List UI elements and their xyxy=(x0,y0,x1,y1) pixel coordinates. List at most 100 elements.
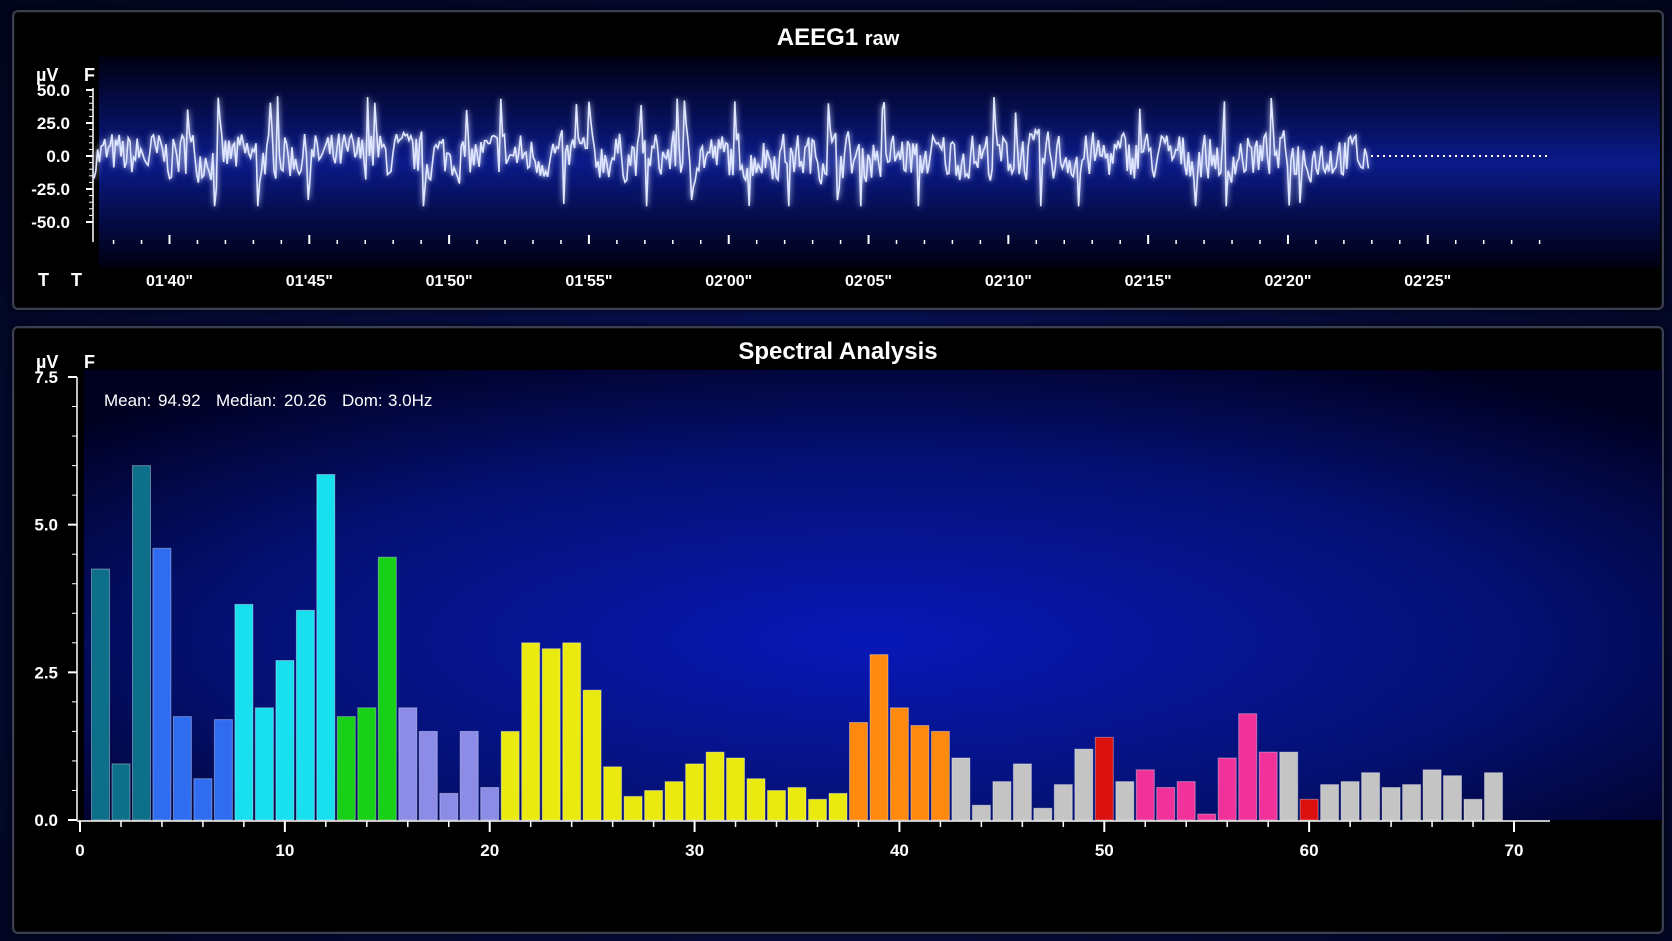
spectral-bar xyxy=(1340,781,1360,821)
raw-f-label: F xyxy=(84,65,95,85)
spectral-bar xyxy=(1094,736,1114,821)
spectral-bar xyxy=(1463,798,1483,821)
spectral-bar xyxy=(521,642,541,821)
stat-mean-value: 94.92 xyxy=(158,391,201,410)
spectral-y-tick-label: 5.0 xyxy=(34,516,58,535)
spectral-bar xyxy=(726,757,745,821)
spectral-bar xyxy=(1299,798,1319,821)
spectral-bar xyxy=(1320,784,1340,821)
stat-dom-value: 3.0Hz xyxy=(388,391,432,410)
spectral-bar xyxy=(152,547,172,821)
spectral-bar xyxy=(930,730,950,821)
spectral-bar xyxy=(439,792,459,821)
spectral-panel: Spectral Analysis µV F Mean: 94.92 Media… xyxy=(12,326,1664,934)
spectral-bar xyxy=(357,707,377,821)
spectral-bar xyxy=(685,763,705,821)
spectral-bar xyxy=(603,766,623,821)
raw-y-tick-label: 50.0 xyxy=(37,81,70,100)
spectral-bar xyxy=(1135,769,1155,821)
stat-median-value: 20.26 xyxy=(284,391,327,410)
spectral-x-tick-label: 10 xyxy=(275,841,294,860)
spectral-bar xyxy=(1115,781,1135,821)
raw-t-label-2: T xyxy=(71,270,82,290)
spectral-bar xyxy=(336,716,356,821)
raw-x-tick-label: 01'45" xyxy=(286,273,333,290)
raw-x-tick-label: 02'00" xyxy=(705,273,752,290)
raw-y-tick-label: 25.0 xyxy=(37,114,70,133)
spectral-bar xyxy=(1422,769,1442,821)
spectral-bar xyxy=(377,556,397,821)
spectral-bar xyxy=(213,719,233,821)
raw-eeg-panel: AEEG1 raw µV F T T 50.0 25.0 0.0 -25.0 -50.0… xyxy=(12,10,1664,310)
spectral-bar xyxy=(849,722,868,821)
spectral-bar xyxy=(910,725,930,821)
raw-plot-background xyxy=(99,56,1660,268)
spectral-bar xyxy=(480,787,500,821)
spectral-bar xyxy=(1176,781,1196,821)
raw-y-tick-label: -50.0 xyxy=(31,213,70,232)
spectral-bar xyxy=(254,707,274,821)
spectral-bar xyxy=(1074,748,1094,821)
raw-x-tick-label: 02'10" xyxy=(985,273,1032,290)
spectral-bar xyxy=(623,795,643,821)
spectral-bar xyxy=(398,707,418,821)
spectral-y-axis: 0.0 2.5 5.0 7.5 xyxy=(34,368,78,830)
spectral-bar xyxy=(828,792,848,821)
spectral-y-tick-label: 2.5 xyxy=(34,663,58,682)
spectral-bar xyxy=(193,778,213,821)
spectral-x-tick-label: 70 xyxy=(1505,841,1524,860)
spectral-bar xyxy=(808,798,827,821)
spectral-bar xyxy=(459,730,479,821)
spectral-bar xyxy=(1381,787,1401,821)
spectral-y-tick-label: 7.5 xyxy=(34,368,58,387)
spectral-x-tick-label: 60 xyxy=(1300,841,1319,860)
spectral-bar xyxy=(1033,807,1053,821)
spectral-f-label: F xyxy=(84,352,95,372)
spectral-bar xyxy=(746,778,766,821)
spectral-bar xyxy=(500,730,520,821)
spectral-bar xyxy=(1012,763,1032,821)
raw-x-tick-label: 01'55" xyxy=(565,273,612,290)
spectral-bar xyxy=(951,757,971,821)
spectral-bar xyxy=(1279,751,1299,821)
spectral-x-tick-label: 40 xyxy=(890,841,909,860)
raw-y-axis: 50.0 25.0 0.0 -25.0 -50.0 xyxy=(31,81,94,242)
raw-y-tick-label: -25.0 xyxy=(31,180,70,199)
spectral-x-tick-label: 30 xyxy=(685,841,704,860)
stat-median-label: Median: xyxy=(216,391,276,410)
spectral-bar xyxy=(316,474,336,821)
spectral-bar xyxy=(1197,813,1217,821)
spectral-x-tick-label: 50 xyxy=(1095,841,1114,860)
raw-x-tick-label: 02'25" xyxy=(1404,273,1451,290)
spectral-bar xyxy=(644,790,664,821)
raw-x-tick-label: 02'20" xyxy=(1264,273,1311,290)
spectral-bar xyxy=(787,787,807,821)
spectral-bar xyxy=(889,707,909,821)
spectral-bar xyxy=(869,654,889,821)
spectral-bar xyxy=(664,781,684,821)
spectral-bar xyxy=(1238,713,1258,821)
spectral-bar xyxy=(295,609,315,821)
spectral-bar xyxy=(1053,784,1073,821)
spectral-y-tick-label: 0.0 xyxy=(34,811,58,830)
spectral-bar xyxy=(971,804,991,821)
spectral-bar xyxy=(1361,772,1381,821)
spectral-bar xyxy=(562,642,582,821)
spectral-bar xyxy=(1443,775,1462,821)
spectral-bar xyxy=(705,751,725,821)
spectral-bar xyxy=(172,716,192,821)
spectral-x-tick-label: 20 xyxy=(480,841,499,860)
spectral-bar xyxy=(992,781,1012,821)
spectral-bar-chart: µV F Mean: 94.92 Median: 20.26 Dom: 3.0H… xyxy=(34,352,1662,860)
raw-x-tick-label: 01'40" xyxy=(146,273,193,290)
spectral-bar xyxy=(91,568,110,821)
spectral-bar xyxy=(275,660,295,821)
raw-y-tick-label: 0.0 xyxy=(46,147,70,166)
spectral-bar xyxy=(111,763,131,821)
raw-t-label-1: T xyxy=(38,270,49,290)
spectral-bar xyxy=(418,730,438,821)
spectral-x-tick-label: 0 xyxy=(75,841,84,860)
stat-mean-label: Mean: xyxy=(104,391,151,410)
stat-dom-label: Dom: xyxy=(342,391,383,410)
spectral-bar xyxy=(767,790,786,821)
